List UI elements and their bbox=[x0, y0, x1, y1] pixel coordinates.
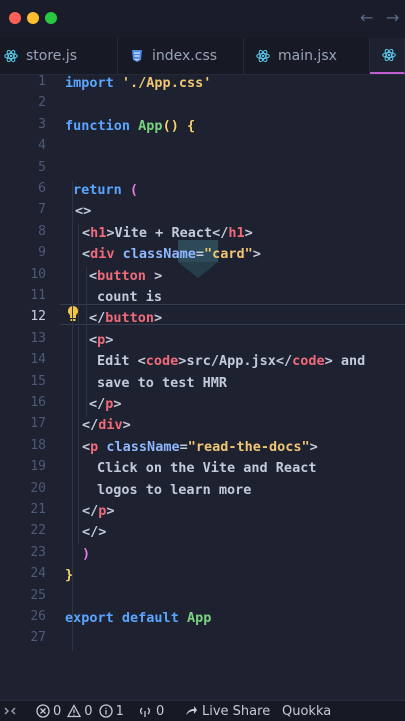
code-line-16: </p> bbox=[89, 396, 122, 412]
line-number: 13 bbox=[30, 330, 46, 346]
code-line-6: return ( bbox=[73, 182, 139, 198]
tab-label: main.jsx bbox=[278, 48, 337, 64]
line-number-gutter: 1 2 3 4 5 6 7 8 9 10 11 12 13 14 15 16 1… bbox=[0, 74, 60, 700]
back-arrow-icon[interactable]: ← bbox=[360, 8, 373, 27]
tab-bar: store.js index.css main.jsx bbox=[0, 38, 405, 75]
line-number: 24 bbox=[30, 566, 46, 582]
error-icon bbox=[36, 704, 50, 718]
error-count: 0 bbox=[53, 703, 62, 719]
code-line-21: </p> bbox=[82, 503, 115, 519]
editor-window: ← → store.js index.css main.jsx 1 2 3 4 … bbox=[0, 0, 405, 721]
antenna-icon bbox=[138, 704, 152, 718]
line-number: 10 bbox=[30, 266, 46, 282]
line-number: 8 bbox=[38, 223, 46, 239]
forward-arrow-icon[interactable]: → bbox=[386, 8, 399, 27]
title-bar: ← → bbox=[0, 0, 405, 38]
info-icon bbox=[98, 704, 113, 718]
code-line-10: <button > bbox=[89, 267, 163, 284]
react-icon bbox=[382, 48, 396, 62]
line-number: 3 bbox=[38, 116, 46, 132]
remote-indicator-icon[interactable] bbox=[4, 703, 16, 719]
line-number: 7 bbox=[38, 202, 46, 218]
line-number: 17 bbox=[30, 416, 46, 432]
line-number: 20 bbox=[30, 480, 46, 496]
code-editor[interactable]: import './App.css' function App() { retu… bbox=[65, 74, 405, 700]
line-number: 9 bbox=[38, 245, 46, 261]
css-icon bbox=[130, 49, 144, 63]
line-number-current: 12 bbox=[30, 309, 46, 325]
tab-app-jsx-active[interactable] bbox=[370, 38, 405, 74]
code-line-1: import './App.css' bbox=[65, 75, 212, 91]
ports-count: 0 bbox=[156, 703, 165, 719]
line-number: 11 bbox=[30, 288, 46, 303]
live-share-label: Live Share bbox=[202, 703, 271, 719]
line-number: 1 bbox=[38, 74, 46, 89]
line-number: 15 bbox=[30, 373, 46, 389]
line-number: 27 bbox=[30, 630, 46, 646]
indent-guide bbox=[78, 224, 79, 544]
problems-indicator[interactable]: 0 0 1 bbox=[36, 703, 124, 719]
line-number: 21 bbox=[30, 502, 46, 517]
tab-store-js[interactable]: store.js bbox=[0, 38, 118, 74]
live-share-button[interactable]: Live Share bbox=[184, 703, 270, 719]
react-icon bbox=[4, 49, 18, 63]
line-number: 2 bbox=[38, 95, 46, 111]
warning-icon bbox=[67, 704, 82, 718]
tab-label: index.css bbox=[152, 48, 218, 64]
code-line-18: <p className="read-the-docs"> bbox=[82, 438, 318, 455]
line-number: 22 bbox=[30, 523, 46, 539]
line-number: 16 bbox=[30, 395, 46, 410]
tab-main-jsx[interactable]: main.jsx bbox=[244, 38, 370, 74]
code-line-15: save to test HMR bbox=[97, 374, 228, 391]
code-line-17: </div> bbox=[82, 417, 131, 434]
tab-index-css[interactable]: index.css bbox=[118, 38, 244, 74]
close-window-button[interactable] bbox=[9, 12, 21, 24]
code-line-24: } bbox=[65, 567, 74, 584]
code-line-19: Click on the Vite and React bbox=[97, 460, 317, 477]
code-line-22: </> bbox=[82, 524, 107, 541]
line-number: 5 bbox=[38, 159, 46, 175]
line-number: 6 bbox=[38, 181, 46, 196]
line-number: 25 bbox=[30, 587, 46, 603]
line-number: 18 bbox=[30, 437, 46, 453]
tab-label: store.js bbox=[26, 48, 78, 64]
code-line-26: export default App bbox=[65, 610, 212, 626]
line-number: 26 bbox=[30, 609, 46, 624]
ports-indicator[interactable]: 0 bbox=[138, 703, 164, 719]
indent-guide bbox=[86, 267, 87, 417]
quokka-button[interactable]: Quokka bbox=[282, 703, 331, 719]
maximize-window-button[interactable] bbox=[45, 12, 57, 24]
live-share-icon bbox=[184, 704, 198, 718]
code-line-20: logos to learn more bbox=[97, 481, 252, 498]
line-number: 4 bbox=[38, 138, 46, 154]
code-line-7: <> bbox=[75, 203, 92, 220]
code-line-3: function App() { bbox=[65, 117, 196, 134]
react-icon bbox=[256, 49, 270, 63]
status-bar: 0 0 1 0 Live Share Quokka bbox=[0, 700, 405, 721]
code-line-11: count is bbox=[97, 289, 163, 305]
code-line-14: Edit <code>src/App.jsx</code> and bbox=[97, 353, 366, 370]
code-line-23: ) bbox=[82, 545, 91, 562]
line-number: 19 bbox=[30, 459, 46, 475]
info-count: 1 bbox=[115, 703, 124, 719]
code-line-8: <h1>Vite + React</h1> bbox=[82, 224, 253, 241]
code-line-9: <div className="card"> bbox=[82, 246, 261, 263]
code-line-12: </button> bbox=[89, 310, 163, 327]
minimize-window-button[interactable] bbox=[27, 12, 39, 24]
line-number: 14 bbox=[30, 352, 46, 368]
code-line-13: <p> bbox=[89, 331, 114, 348]
line-number: 23 bbox=[30, 544, 46, 560]
warning-count: 0 bbox=[84, 703, 93, 719]
quokka-label: Quokka bbox=[282, 703, 332, 719]
